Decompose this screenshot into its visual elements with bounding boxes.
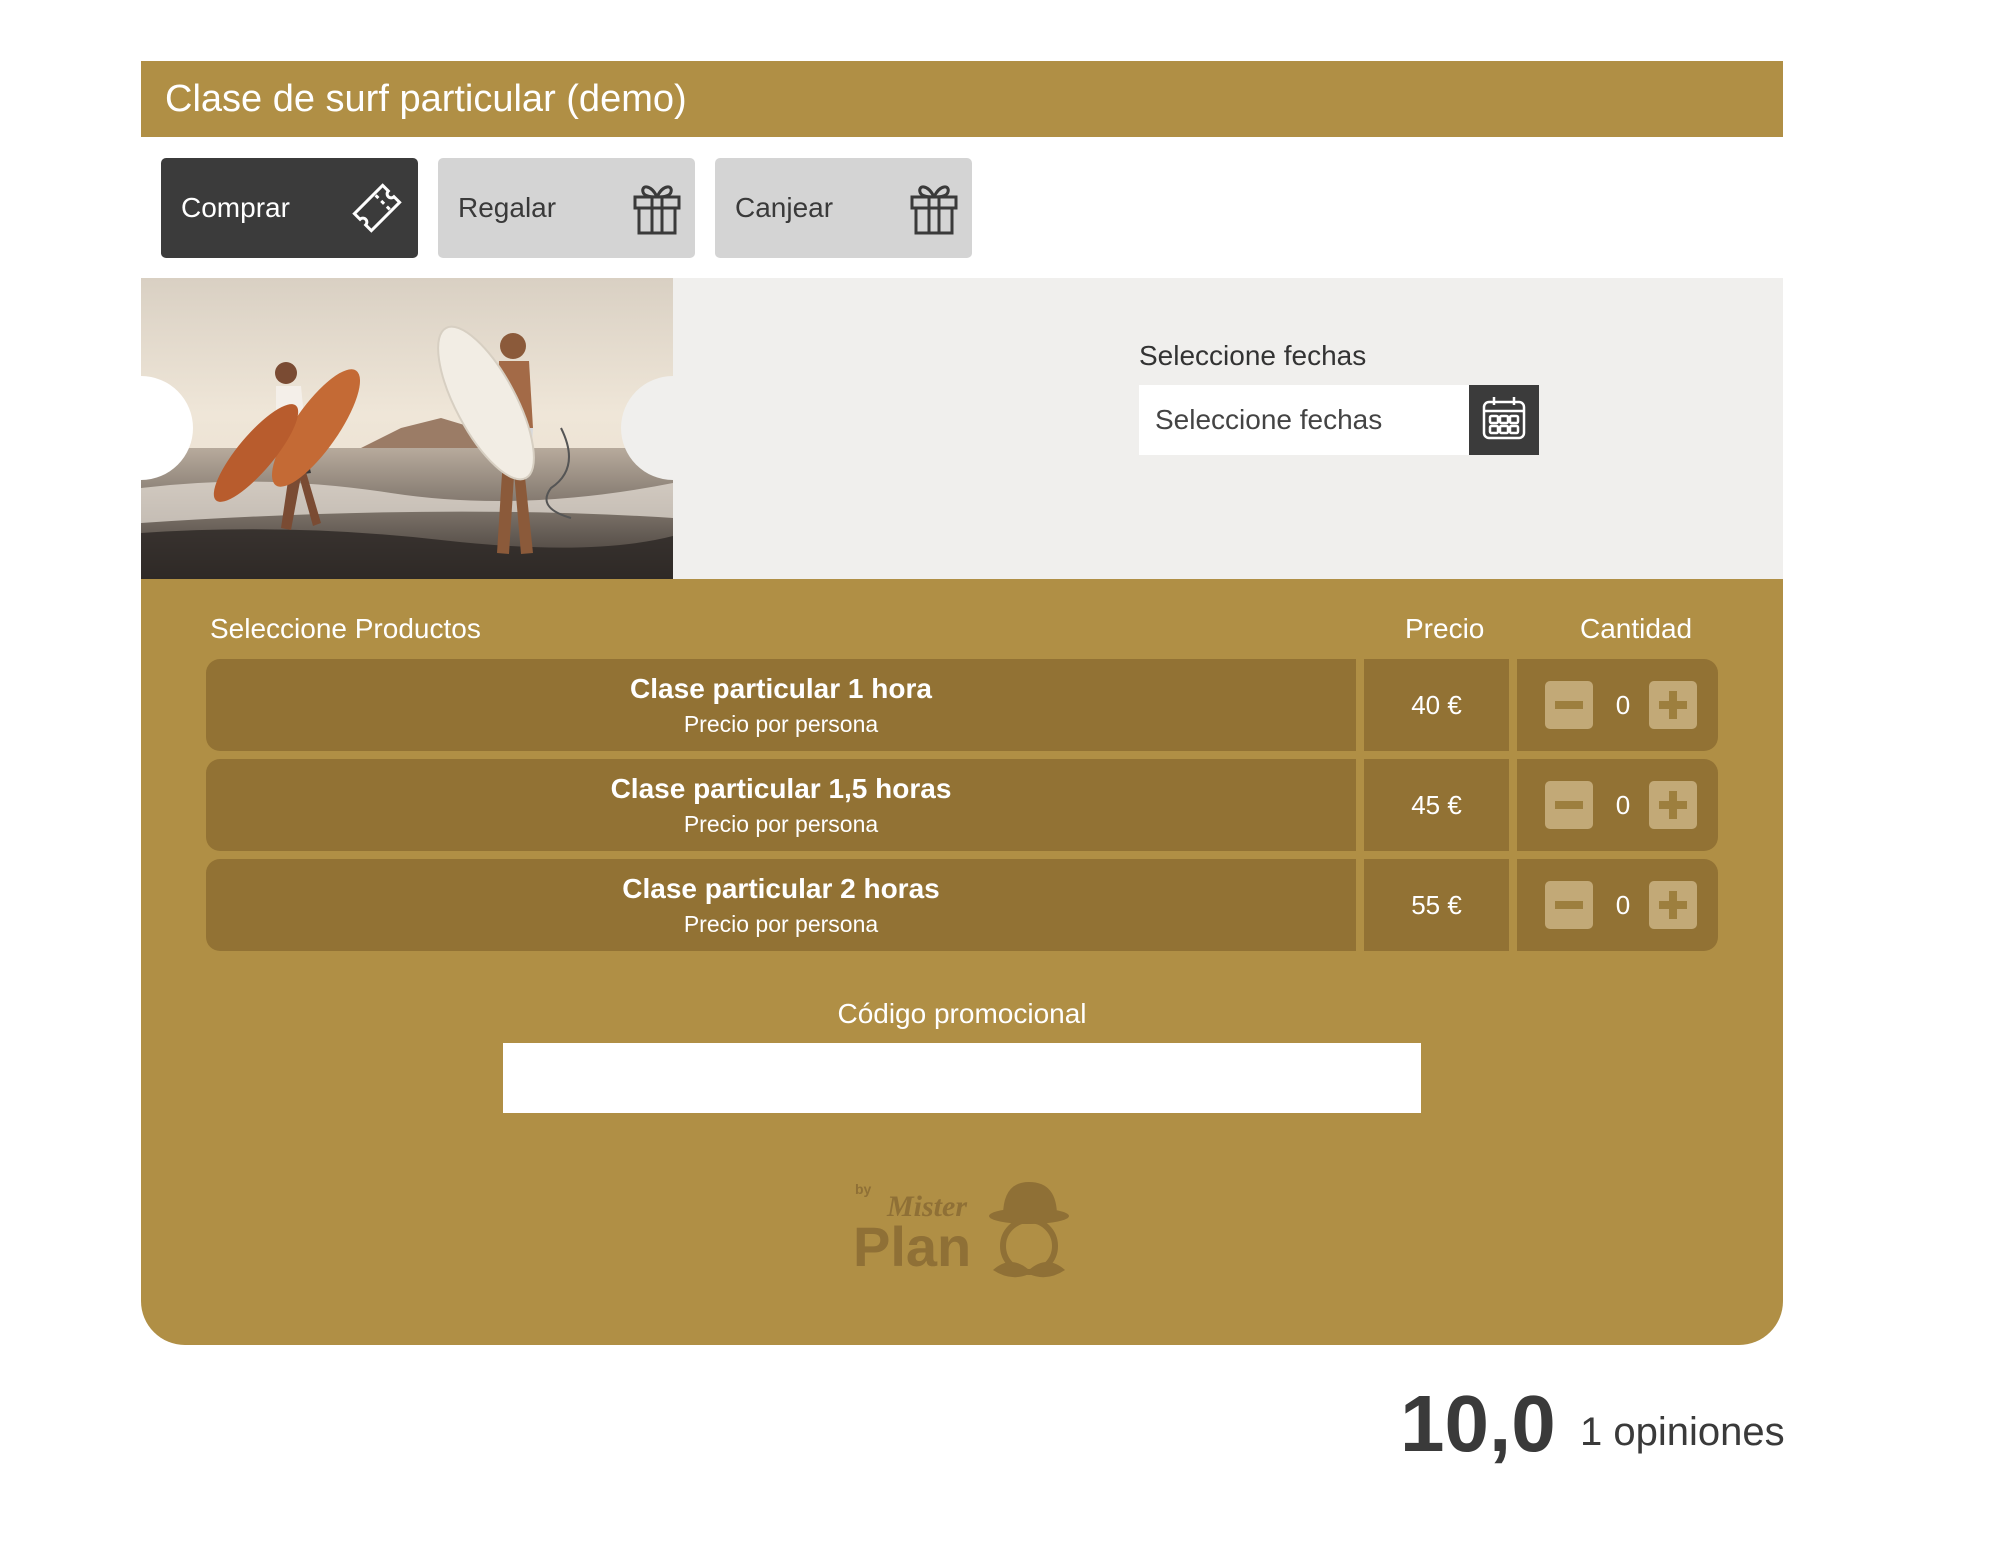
quantity-value: 0 [1615, 889, 1631, 920]
promo-code-input[interactable] [503, 1043, 1421, 1113]
plus-button[interactable] [1649, 681, 1697, 729]
tab-bar: Comprar Regalar Canjear [161, 158, 972, 258]
tab-label: Comprar [181, 192, 290, 223]
quantity-value: 0 [1615, 689, 1631, 720]
gift-icon [908, 179, 960, 237]
minus-button[interactable] [1545, 681, 1593, 729]
quantity-heading: Cantidad [1580, 613, 1693, 644]
tab-canjear[interactable]: Canjear [715, 158, 972, 258]
product-name: Clase particular 2 horas [622, 872, 940, 904]
date-label: Seleccione fechas [1139, 340, 1367, 371]
plus-button[interactable] [1649, 881, 1697, 929]
date-input[interactable]: Seleccione fechas [1139, 385, 1469, 455]
promo-code-label: Código promocional [837, 998, 1087, 1029]
tab-regalar[interactable]: Regalar [438, 158, 695, 258]
product-subtitle: Precio por persona [683, 810, 879, 837]
quantity-stepper: 0 [1517, 859, 1718, 951]
quantity-value: 0 [1615, 789, 1631, 820]
ticket-icon [348, 179, 406, 237]
price-heading: Precio [1405, 613, 1485, 644]
product-name-cell: Clase particular 1 hora Precio por perso… [206, 659, 1356, 751]
product-name-cell: Clase particular 2 horas Precio por pers… [206, 859, 1356, 951]
product-row: Clase particular 1 hora Precio por perso… [206, 659, 1718, 751]
product-price: 40 € [1364, 659, 1509, 751]
products-heading: Seleccione Productos [210, 613, 481, 644]
minus-button[interactable] [1545, 781, 1593, 829]
minus-button[interactable] [1545, 881, 1593, 929]
product-row: Clase particular 2 horas Precio por pers… [206, 859, 1718, 951]
product-name: Clase particular 1 hora [630, 672, 932, 704]
hero-section: Seleccione fechas Seleccione fechas [141, 278, 1783, 579]
product-subtitle: Precio por persona [683, 710, 879, 737]
quantity-stepper: 0 [1517, 659, 1718, 751]
quantity-stepper: 0 [1517, 759, 1718, 851]
page-title: Clase de surf particular (demo) [165, 77, 687, 120]
plus-button[interactable] [1649, 781, 1697, 829]
gift-icon [631, 179, 683, 237]
product-name: Clase particular 1,5 horas [610, 772, 952, 804]
calendar-button[interactable] [1469, 385, 1539, 455]
tab-label: Canjear [735, 192, 834, 223]
product-price: 45 € [1364, 759, 1509, 851]
products-panel: Seleccione Productos Precio Cantidad Cla… [141, 579, 1783, 1345]
reviews-count[interactable]: 1 opiniones [1580, 1410, 1785, 1455]
mister-plan-logo: by Mister Plan [853, 1174, 1083, 1299]
calendar-icon [1480, 394, 1528, 447]
product-subtitle: Precio por persona [683, 910, 879, 937]
product-name-cell: Clase particular 1,5 horas Precio por pe… [206, 759, 1356, 851]
product-row: Clase particular 1,5 horas Precio por pe… [206, 759, 1718, 851]
rating-score: 10,0 [1400, 1379, 1556, 1468]
tab-label: Regalar [458, 192, 557, 223]
logo-by: by [855, 1181, 872, 1197]
product-price: 55 € [1364, 859, 1509, 951]
page-title-bar: Clase de surf particular (demo) [141, 61, 1783, 137]
logo-bottom: Plan [853, 1215, 971, 1278]
product-photo [141, 278, 673, 579]
tab-comprar[interactable]: Comprar [161, 158, 418, 258]
